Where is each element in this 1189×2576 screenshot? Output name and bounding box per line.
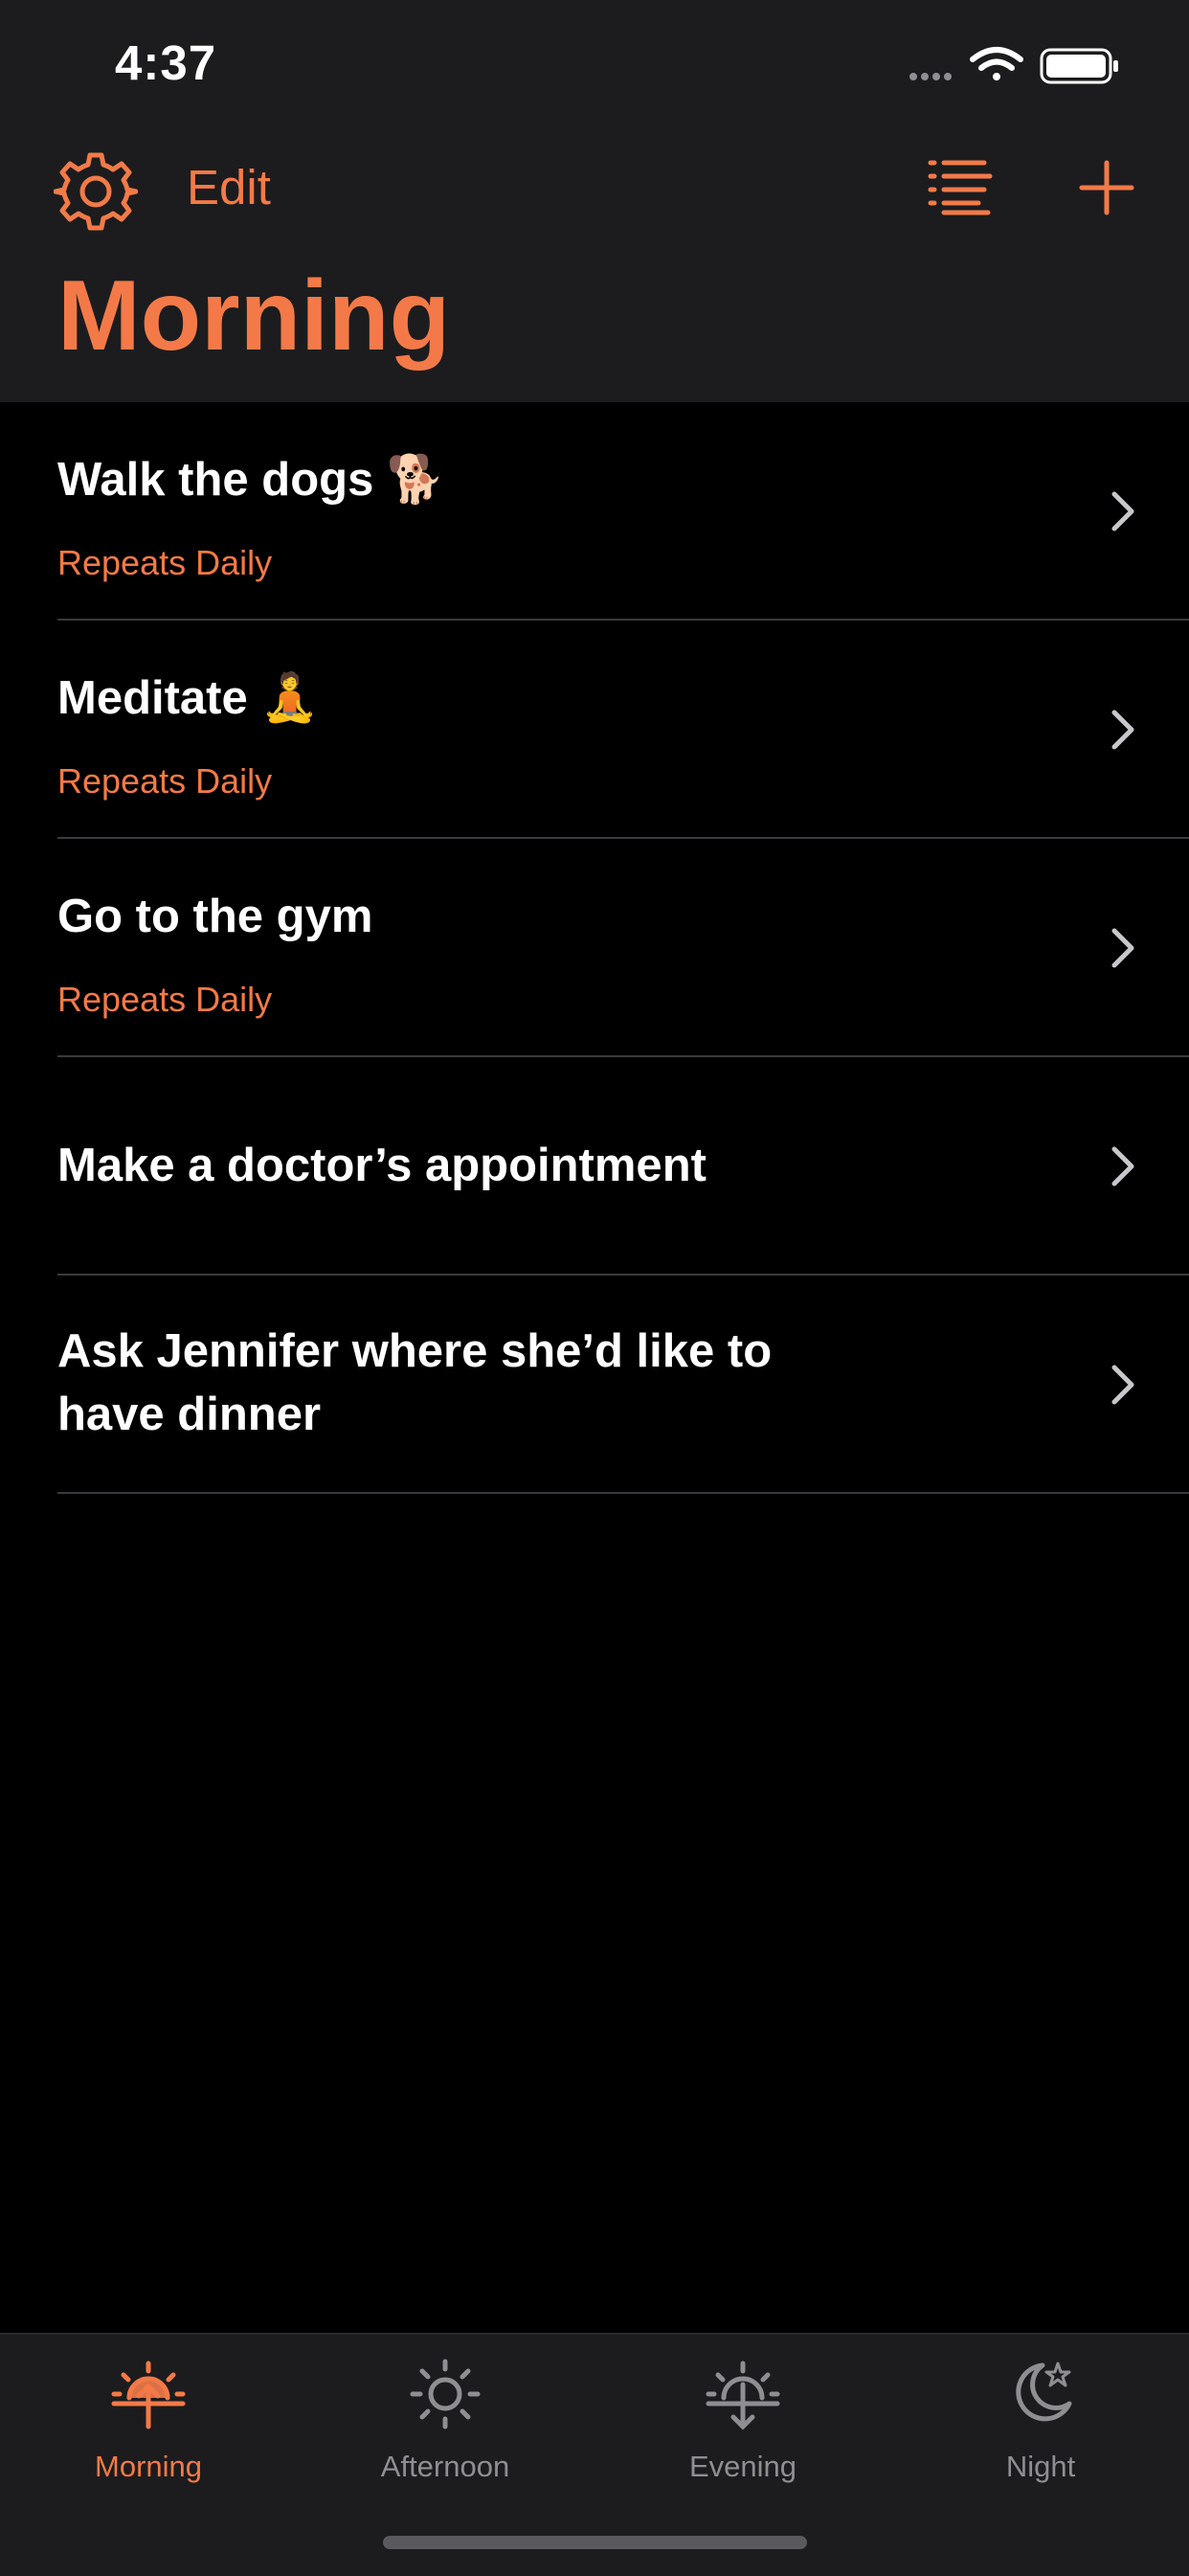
status-icons bbox=[906, 44, 1126, 86]
gear-icon bbox=[53, 152, 139, 231]
page-title: Morning bbox=[57, 260, 451, 372]
chevron-right-icon bbox=[1111, 928, 1134, 968]
tab-evening[interactable]: Evening bbox=[623, 2356, 863, 2499]
chevron-right-icon bbox=[1111, 1365, 1134, 1405]
list-item[interactable]: Ask Jennifer where she’d like to have di… bbox=[0, 1276, 1189, 1494]
task-title: Go to the gym bbox=[57, 891, 373, 942]
home-indicator bbox=[383, 2536, 807, 2549]
navigation-header: 4:37 Edit Morning bbox=[0, 0, 1189, 402]
edit-button[interactable]: Edit bbox=[187, 159, 271, 215]
settings-button[interactable] bbox=[53, 149, 139, 234]
row-divider bbox=[57, 1492, 1189, 1494]
tab-label: Morning bbox=[95, 2450, 202, 2483]
tab-label: Night bbox=[1005, 2450, 1076, 2483]
chevron-right-icon bbox=[1111, 710, 1134, 750]
status-time: 4:37 bbox=[115, 35, 217, 90]
task-title: Ask Jennifer where she’d like to have di… bbox=[57, 1325, 773, 1440]
plus-icon bbox=[1079, 160, 1134, 215]
task-repeat-label: Repeats Daily bbox=[57, 543, 273, 582]
list-item[interactable]: Walk the dogs 🐕 Repeats Daily bbox=[0, 402, 1189, 621]
tab-label: Afternoon bbox=[380, 2450, 510, 2483]
signal-icon bbox=[909, 73, 952, 80]
wifi-icon bbox=[970, 47, 1023, 80]
task-title: Meditate 🧘 bbox=[57, 672, 320, 724]
list-button[interactable] bbox=[925, 157, 994, 216]
chevron-right-icon bbox=[1111, 1146, 1134, 1186]
task-list: Walk the dogs 🐕 Repeats Daily Meditate 🧘… bbox=[0, 402, 1189, 1494]
add-button[interactable] bbox=[1078, 159, 1135, 216]
sunset-icon bbox=[706, 2361, 780, 2430]
tab-morning[interactable]: Morning bbox=[29, 2356, 268, 2499]
list-icon bbox=[928, 160, 993, 215]
list-item[interactable]: Meditate 🧘 Repeats Daily bbox=[0, 621, 1189, 839]
task-title: Walk the dogs 🐕 bbox=[57, 454, 445, 506]
task-repeat-label: Repeats Daily bbox=[57, 761, 273, 801]
tab-night[interactable]: Night bbox=[921, 2356, 1160, 2499]
battery-icon bbox=[1040, 48, 1118, 84]
chevron-right-icon bbox=[1111, 491, 1134, 531]
task-title: Make a doctor’s appointment bbox=[57, 1140, 707, 1191]
tab-afternoon[interactable]: Afternoon bbox=[325, 2356, 565, 2499]
moon-icon bbox=[1016, 2361, 1072, 2422]
task-repeat-label: Repeats Daily bbox=[57, 980, 273, 1019]
sunrise-icon bbox=[111, 2361, 186, 2429]
sun-icon bbox=[410, 2359, 481, 2429]
list-item[interactable]: Go to the gym Repeats Daily bbox=[0, 839, 1189, 1057]
tab-label: Evening bbox=[688, 2450, 797, 2483]
list-item[interactable]: Make a doctor’s appointment bbox=[0, 1057, 1189, 1276]
